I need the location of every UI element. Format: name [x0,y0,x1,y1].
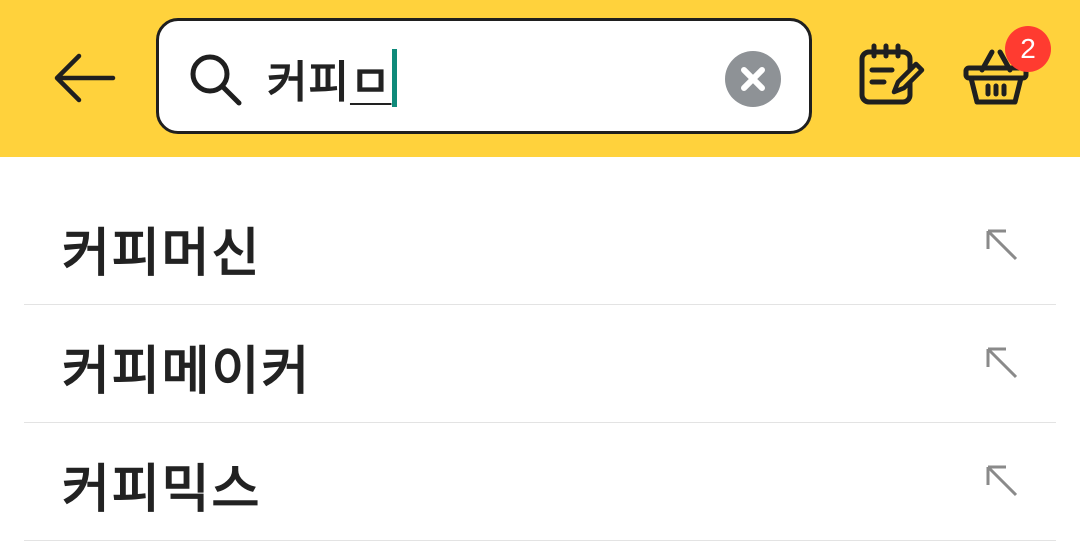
memo-button[interactable] [854,42,926,112]
suggestion-item[interactable]: 커피믹스 [24,423,1056,541]
close-icon [741,67,765,91]
arrow-up-left-icon[interactable] [982,343,1022,383]
suggestion-item[interactable]: 커피머신 [24,187,1056,305]
top-app-bar: 커피 ㅁ 2 [0,0,1080,157]
search-composing-text: ㅁ [349,57,392,108]
arrow-up-left-icon[interactable] [982,225,1022,265]
suggestion-item[interactable]: 커피메이커 [24,305,1056,423]
arrow-up-left-icon[interactable] [982,461,1022,501]
text-caret [392,49,398,107]
clear-search-button[interactable] [725,51,781,107]
back-button[interactable] [48,46,120,110]
search-input[interactable]: 커피 ㅁ [156,18,812,134]
search-icon [190,54,242,106]
suggestion-label: 커피머신 [62,224,262,284]
notepad-edit-icon [859,43,925,105]
search-committed-text: 커피 [267,57,350,108]
suggestion-label: 커피믹스 [62,460,262,520]
search-suggestion-list: 커피머신 커피메이커 커피믹스 [24,187,1056,541]
suggestion-label: 커피메이커 [62,342,312,402]
search-query-text[interactable]: 커피 ㅁ [267,47,398,109]
arrow-left-icon [54,53,116,103]
cart-count-badge: 2 [1005,26,1051,72]
